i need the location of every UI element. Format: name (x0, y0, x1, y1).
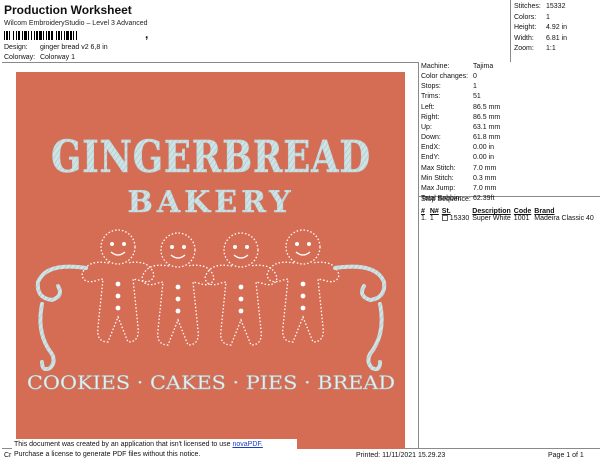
stat-height: Height: 4.92 in (514, 24, 568, 31)
colorway-value: Colorway 1 (39, 54, 75, 61)
colorway-row: Colorway: Colorway 1 (4, 54, 75, 61)
license-notice: This document was created by an applicat… (12, 439, 297, 461)
design-row: Design: ginger bread v2 6,8 in (4, 44, 108, 51)
page-title: Production Worksheet (4, 3, 132, 17)
machine-row: EndX: 0.00 in (421, 144, 495, 152)
divider (418, 62, 419, 448)
title-bakery: BAKERY (128, 185, 295, 220)
stat-zoom: Zoom: 1:1 (514, 45, 556, 52)
novapdf-link[interactable]: novaPDF. (232, 441, 262, 448)
tagline: COOKIES · CAKES · PIES · BREAD (27, 373, 395, 394)
design-value: ginger bread v2 6,8 in (39, 44, 108, 51)
software-name: Wilcom EmbroideryStudio – Level 3 Advanc… (4, 20, 148, 27)
barcode (4, 31, 144, 40)
machine-row: Left: 86.5 mm (421, 103, 501, 111)
page-number: Page 1 of 1 (548, 452, 584, 459)
barcode-suffix: , (145, 27, 149, 41)
machine-row: Max Stitch: 7.0 mm (421, 164, 497, 172)
col-brand: Brand (534, 208, 555, 215)
embroidery-artwork: GINGERBREAD BAKERY COOKIES · CAKES · PIE… (27, 132, 395, 395)
machine-row: Trims: 51 (421, 93, 481, 101)
machine-info: Machine: Tajima Color changes: 0 Stops: 1 Trim… (421, 62, 500, 204)
col-st: St. (441, 208, 451, 215)
machine-row: Stops: 1 (421, 83, 477, 91)
machine-row: Up: 63.1 mm (421, 123, 501, 131)
title-gingerbread: GINGERBREAD (51, 132, 371, 183)
gingerbread-smiles (110, 251, 311, 259)
col-n: N# (429, 208, 439, 215)
design-preview: GINGERBREAD BAKERY COOKIES · CAKES · PIE… (16, 72, 405, 449)
printed-timestamp: Printed: 11/11/2021 15.29.23 (356, 452, 446, 459)
footer-cr: Cr (4, 452, 12, 459)
col-code: Code (513, 208, 532, 215)
thread-color-swatch (441, 215, 448, 222)
design-label: Design: (4, 44, 28, 51)
gingerbread-details (110, 242, 311, 314)
col-description: Description (472, 208, 511, 215)
machine-row: Max Jump: 7.0 mm (421, 184, 497, 192)
colorway-label: Colorway: (4, 54, 36, 61)
machine-row: Color changes: 0 (421, 73, 477, 81)
table-header-row: # N# St. Description Code Brand (421, 208, 597, 215)
col-num: # (421, 208, 425, 215)
divider (2, 62, 418, 63)
machine-row: EndY: 0.00 in (421, 154, 495, 162)
stop-sequence-table: # N# St. Description Code Brand 1. 1 153… (421, 208, 597, 222)
divider (510, 0, 511, 62)
stat-stitches: Stitches: 15332 (514, 3, 566, 10)
machine-row: Down: 61.8 mm (421, 134, 501, 142)
machine-row: Right: 86.5 mm (421, 113, 501, 121)
stat-colors: Colors: 1 (514, 13, 550, 21)
machine-row: Machine: Tajima (421, 63, 494, 70)
stop-sequence-title: Stop Sequence: (421, 196, 471, 203)
swirl-ornaments (35, 264, 387, 372)
machine-row: Min Stitch: 0.3 mm (421, 174, 497, 182)
design-stats: Stitches: 15332 Colors: 1 Height: 4.92 in W… (514, 2, 567, 55)
stat-width: Width: 6.81 in (514, 34, 568, 42)
gingerbread-men (81, 229, 340, 346)
table-row: 1. 1 15330 Super White 1001 Madeira Clas… (421, 215, 594, 222)
